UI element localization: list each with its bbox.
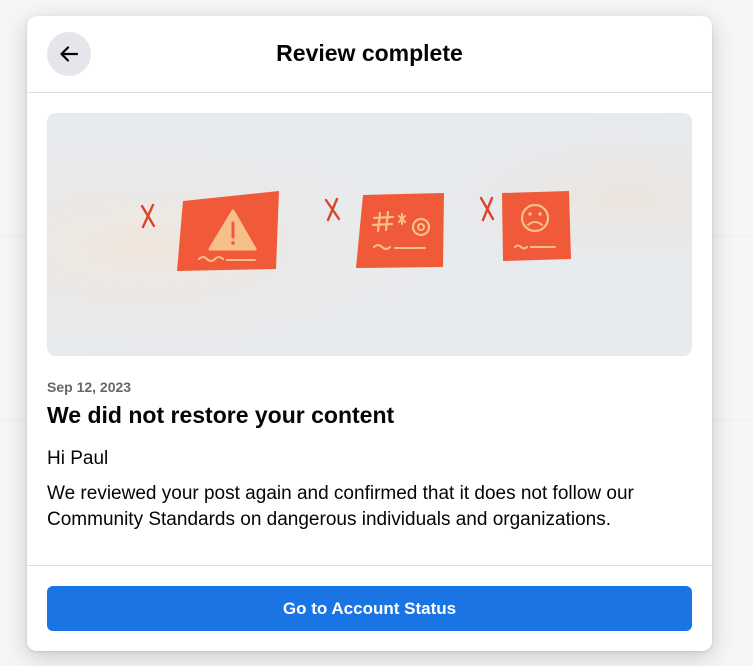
dialog-title: Review complete [276, 40, 463, 66]
sad-face-card [502, 191, 571, 261]
review-body-text: We reviewed your post again and confirme… [47, 483, 634, 530]
dialog-header: Review complete [27, 16, 712, 93]
go-to-account-status-button[interactable]: Go to Account Status [47, 586, 692, 631]
review-complete-dialog: Review complete Sep 12, 2023 We did not … [27, 16, 712, 651]
warning-card [177, 191, 279, 271]
review-headline: We did not restore your content [47, 402, 395, 428]
dialog-footer: Go to Account Status [27, 565, 712, 651]
hate-symbol-card [356, 193, 444, 268]
greeting-text: Hi Paul [47, 448, 109, 469]
hero-illustration [47, 113, 692, 356]
review-date: Sep 12, 2023 [47, 379, 132, 395]
